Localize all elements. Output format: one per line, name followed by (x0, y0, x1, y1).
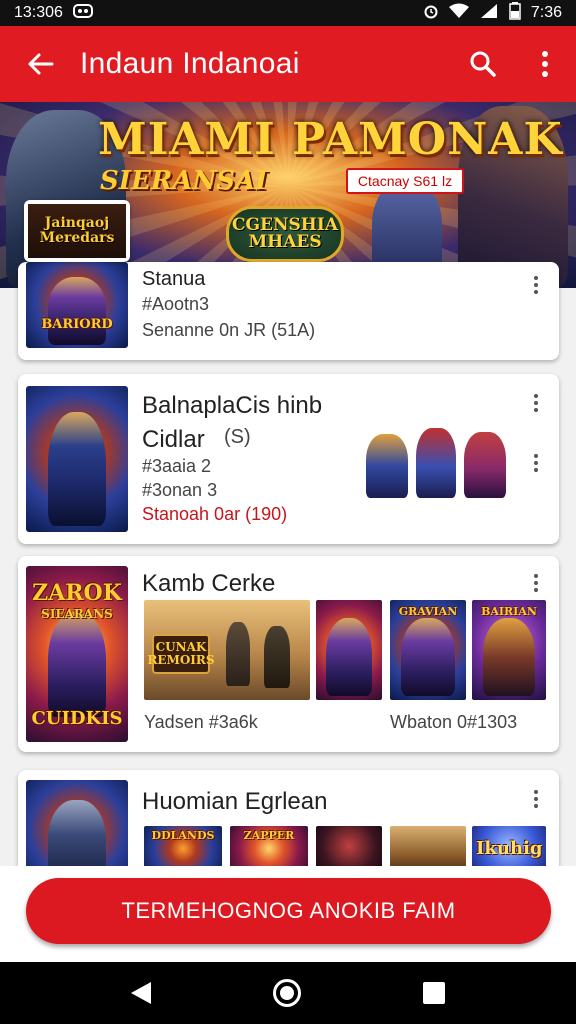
thumbnail-title-sub: SIEARANS (41, 607, 113, 621)
game-logo-tile: Jainqaoj Meredars (24, 200, 130, 262)
back-arrow-icon (28, 53, 54, 75)
thumbnail-title-top: ZAROK (32, 580, 122, 606)
screenshot-label: BAIRIAN (481, 605, 537, 618)
thumbnail-title: BARIORD (41, 317, 113, 332)
rating-icon: (S) (224, 426, 251, 448)
list-item-meta-2: Senanne 0n JR (51A) (142, 320, 316, 340)
nav-recent-icon[interactable] (423, 982, 445, 1004)
search-button[interactable] (452, 26, 514, 102)
game-thumbnail: ZAROK SIEARANS CUIDKIS (26, 566, 128, 742)
thumbnail-figure (48, 277, 106, 345)
list-item[interactable]: ZAROK SIEARANS CUIDKIS Kamb Cerke CUNAK … (18, 556, 559, 752)
game-logo-line2: Meredars (39, 230, 115, 246)
game-thumbnail: BARIORD (26, 262, 128, 348)
banner-badge: CGENSHIA MHAES (226, 206, 344, 262)
list-item-meta-1: #Aootn3 (142, 294, 210, 314)
list-item-title: Huomian Egrlean (142, 788, 328, 815)
overflow-menu-button[interactable] (514, 26, 576, 102)
thumbnail-figure (48, 412, 106, 527)
status-time-left: 13:306 (14, 4, 63, 21)
nav-home-icon[interactable] (273, 979, 301, 1007)
screenshot-thumbnail: BAIRIAN (472, 600, 546, 700)
search-icon (470, 51, 496, 77)
status-time-right: 7:36 (530, 4, 562, 21)
back-button[interactable] (0, 26, 80, 102)
list-item-title: Stanua (142, 268, 206, 290)
game-logo: Jainqaoj Meredars (28, 204, 126, 258)
banner-pill: Ctacnay S61 lz (346, 168, 464, 194)
alarm-icon (423, 3, 439, 24)
app-bar: Indaun Indanoai (0, 26, 576, 102)
game-logo-line1: Jainqaoj (44, 215, 110, 231)
list-item-title: Kamb Cerke (142, 570, 276, 597)
more-vert-icon[interactable] (527, 276, 545, 294)
more-vert-icon[interactable] (527, 394, 545, 412)
more-vert-icon (542, 51, 548, 77)
more-vert-icon[interactable] (527, 790, 545, 808)
game-thumbnail (26, 386, 128, 532)
list-item-meta-3: Stanoah 0ar (190) (142, 504, 288, 524)
nav-back-icon[interactable] (131, 982, 151, 1004)
screenshot-thumbnail (316, 600, 382, 700)
screenshot-thumbnail: GRAVIAN (390, 600, 466, 700)
signal-icon (479, 3, 499, 24)
page-title: Indaun Indanoai (80, 47, 300, 80)
more-vert-icon[interactable] (527, 574, 545, 592)
banner-title: MIAMI PAMONAK (98, 114, 563, 165)
list-item[interactable]: BalnaplaCis hinb Cidlar (S) #3aaia 2 #3o… (18, 374, 559, 544)
battery-icon (509, 1, 521, 25)
wifi-icon (448, 3, 469, 24)
list-item-meta-1: #3aaia 2 (142, 456, 212, 476)
banner-subtitle: SIERANSAI (100, 166, 268, 196)
character-group-image (362, 428, 512, 500)
banner-badge-line2: MHAES (248, 232, 322, 252)
thumbnail-figure (48, 611, 106, 718)
more-vert-icon[interactable] (527, 454, 545, 472)
notification-icon (72, 3, 93, 24)
thumbnail-title-bottom: CUIDKIS (31, 708, 123, 729)
screenshot-label: GRAVIAN (398, 605, 458, 618)
status-bar: 13:306 7:36 (0, 0, 576, 26)
list-item-meta-2: #3onan 3 (142, 480, 218, 500)
primary-action-button[interactable]: TERMEHOGNOG ANOKIB FAIM (26, 878, 551, 944)
screenshot-subtitle: REMOIRS (147, 653, 215, 667)
system-nav-bar (0, 962, 576, 1024)
screenshot-thumbnail: CUNAK REMOIRS (144, 600, 310, 700)
list-item-subtitle: Cidlar (142, 426, 205, 453)
list-item-meta-left: Yadsen #3a6k (144, 712, 258, 732)
list-item-title: BalnaplaCis hinb (142, 392, 323, 419)
list-item[interactable]: BARIORD Stanua #Aootn3 Senanne 0n JR (51… (18, 262, 559, 360)
list-item-meta-right: Wbaton 0#1303 (390, 712, 518, 732)
